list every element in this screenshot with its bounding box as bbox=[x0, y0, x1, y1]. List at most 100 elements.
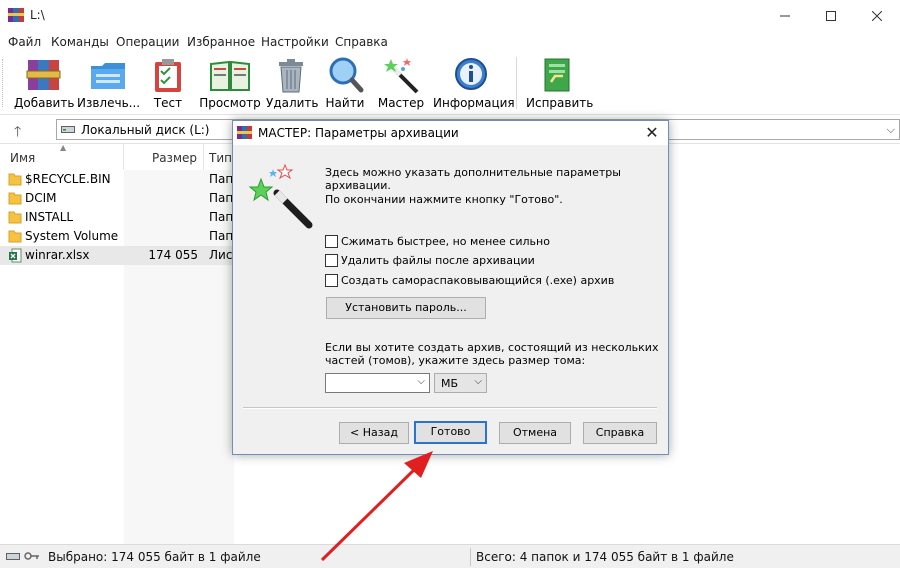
dialog-title-bar: МАСТЕР: Параметры архивации ✕ bbox=[233, 121, 668, 145]
winrar-app-icon bbox=[8, 8, 24, 22]
dialog-title: МАСТЕР: Параметры архивации bbox=[258, 126, 459, 140]
file-type: Пап bbox=[209, 229, 234, 243]
up-arrow-icon[interactable]: 🡑 bbox=[14, 121, 21, 145]
info-button[interactable]: Информация bbox=[433, 56, 515, 112]
find-label: Найти bbox=[325, 96, 365, 110]
menu-favorites[interactable]: Избранное bbox=[187, 35, 255, 49]
file-type: Пап bbox=[209, 210, 234, 224]
close-icon bbox=[872, 11, 882, 21]
set-password-button[interactable]: Установить пароль... bbox=[326, 297, 486, 319]
folder-icon bbox=[8, 192, 22, 205]
menu-settings[interactable]: Настройки bbox=[261, 35, 329, 49]
dialog-close-button[interactable]: ✕ bbox=[638, 123, 666, 143]
test-clipboard-icon bbox=[155, 59, 181, 92]
file-row[interactable]: $RECYCLE.BIN Пап bbox=[0, 170, 240, 189]
view-label: Просмотр bbox=[199, 96, 261, 110]
key-icon bbox=[24, 552, 39, 560]
view-button[interactable]: Просмотр bbox=[199, 56, 261, 112]
wizard-button[interactable]: Мастер bbox=[376, 56, 426, 112]
folder-icon bbox=[8, 173, 22, 186]
extract-label: Извлечь... bbox=[77, 96, 141, 110]
status-bar: Выбрано: 174 055 байт в 1 файле Всего: 4… bbox=[0, 544, 900, 568]
info-label: Информация bbox=[433, 96, 515, 110]
address-path: Локальный диск (L:) bbox=[81, 123, 210, 137]
column-header-name[interactable]: ▲ Имя bbox=[0, 143, 124, 170]
test-button[interactable]: Тест bbox=[148, 56, 188, 112]
delete-button[interactable]: Удалить bbox=[266, 56, 319, 112]
column-name-label: Имя bbox=[10, 151, 36, 165]
folder-icon bbox=[8, 211, 22, 224]
delete-label: Удалить bbox=[266, 96, 319, 110]
file-name: winrar.xlsx bbox=[25, 248, 90, 262]
toolbar-separator bbox=[516, 57, 517, 109]
chevron-down-icon: ⌵ bbox=[417, 376, 425, 387]
column-header-size[interactable]: Размер bbox=[124, 144, 204, 170]
drive-status-icon bbox=[6, 553, 20, 560]
add-archive-icon bbox=[26, 60, 61, 90]
file-row[interactable]: System Volume I... Пап bbox=[0, 227, 240, 246]
checkbox[interactable] bbox=[325, 235, 338, 248]
extract-button[interactable]: Извлечь... bbox=[77, 56, 141, 112]
repair-button[interactable]: Исправить bbox=[526, 56, 594, 112]
chevron-down-icon: ⌵ bbox=[474, 376, 482, 387]
file-row[interactable]: INSTALL Пап bbox=[0, 208, 240, 227]
menu-bar: Файл Команды Операции Избранное Настройк… bbox=[0, 32, 900, 53]
file-row[interactable]: DCIM Пап bbox=[0, 189, 240, 208]
volume-size-input[interactable]: ⌵ bbox=[325, 373, 430, 393]
column-type-label: Тип bbox=[209, 151, 232, 165]
file-name: $RECYCLE.BIN bbox=[25, 172, 111, 186]
checkbox[interactable] bbox=[325, 274, 338, 287]
sort-caret-icon: ▲ bbox=[60, 143, 67, 152]
file-name: System Volume I... bbox=[25, 229, 123, 243]
file-type: Пап bbox=[209, 172, 234, 186]
file-name: DCIM bbox=[25, 191, 57, 205]
find-magnifier-icon bbox=[329, 57, 364, 93]
maximize-button[interactable] bbox=[808, 0, 854, 32]
wizard-dialog: МАСТЕР: Параметры архивации ✕ Здесь можн… bbox=[232, 120, 669, 455]
title-bar: L:\ bbox=[0, 0, 900, 32]
status-selected: Выбрано: 174 055 байт в 1 файле bbox=[48, 550, 261, 564]
volume-unit-value: МБ bbox=[441, 377, 459, 390]
wizard-label: Мастер bbox=[377, 96, 425, 110]
option-label: Создать самораспаковывающийся (.exe) арх… bbox=[341, 274, 615, 287]
test-label: Тест bbox=[153, 96, 183, 110]
menu-file[interactable]: Файл bbox=[8, 35, 41, 49]
volume-unit-select[interactable]: МБ ⌵ bbox=[434, 373, 487, 393]
minimize-button[interactable] bbox=[762, 0, 808, 32]
finish-button[interactable]: Готово bbox=[414, 421, 487, 444]
back-button[interactable]: < Назад bbox=[339, 422, 409, 444]
file-name: INSTALL bbox=[25, 210, 74, 224]
menu-commands[interactable]: Команды bbox=[51, 35, 109, 49]
option-label: Удалить файлы после архивации bbox=[341, 254, 535, 267]
excel-file-icon bbox=[9, 248, 22, 263]
volume-text-1: Если вы хотите создать архив, состоящий … bbox=[325, 341, 659, 354]
maximize-icon bbox=[826, 11, 836, 21]
dialog-divider bbox=[243, 407, 657, 409]
close-window-button[interactable] bbox=[854, 0, 900, 32]
window-title: L:\ bbox=[30, 8, 45, 22]
find-button[interactable]: Найти bbox=[324, 56, 366, 112]
help-button[interactable]: Справка bbox=[583, 422, 657, 444]
repair-label: Исправить bbox=[526, 96, 594, 110]
repair-icon bbox=[544, 58, 570, 92]
toolbar: Добавить Извлечь... Тест Просмотр Удалит… bbox=[0, 53, 900, 115]
menu-operations[interactable]: Операции bbox=[116, 35, 179, 49]
add-label: Добавить bbox=[14, 96, 75, 110]
drive-icon bbox=[61, 126, 75, 133]
status-total: Всего: 4 папок и 174 055 байт в 1 файле bbox=[476, 550, 734, 564]
cancel-button[interactable]: Отмена bbox=[499, 422, 571, 444]
wizard-wand-icon bbox=[384, 58, 419, 94]
volume-text-2: частей (томов), укажите здесь размер том… bbox=[325, 354, 586, 367]
file-row-selected[interactable]: winrar.xlsx 174 055 Лист bbox=[0, 246, 240, 265]
wizard-wand-icon bbox=[248, 163, 313, 229]
folder-icon bbox=[8, 230, 22, 243]
file-type: Пап bbox=[209, 191, 234, 205]
file-size: 174 055 bbox=[148, 248, 198, 262]
menu-help[interactable]: Справка bbox=[335, 35, 388, 49]
extract-folder-icon bbox=[91, 63, 125, 89]
winrar-dialog-icon bbox=[237, 126, 252, 139]
add-button[interactable]: Добавить bbox=[14, 56, 75, 112]
chevron-down-icon[interactable]: ⌵ bbox=[887, 123, 895, 137]
checkbox[interactable] bbox=[325, 254, 338, 267]
option-label: Сжимать быстрее, но менее сильно bbox=[341, 235, 550, 248]
